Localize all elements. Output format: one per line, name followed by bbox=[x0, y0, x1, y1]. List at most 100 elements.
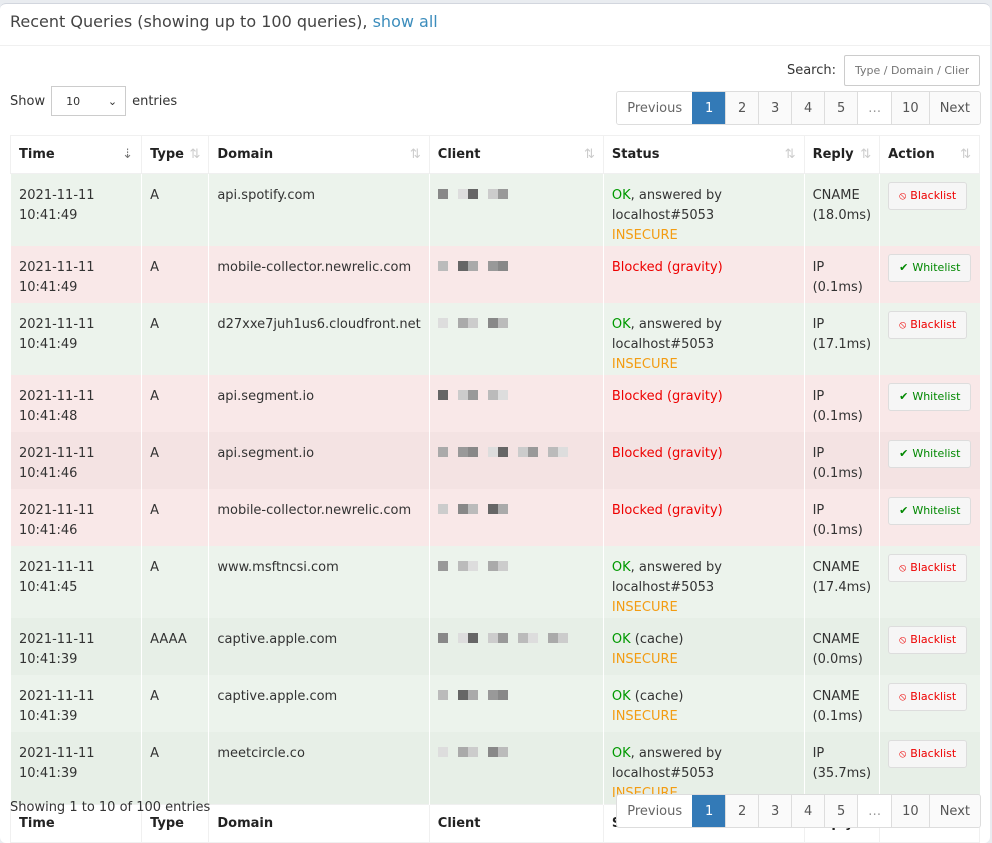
check-icon: ✔ bbox=[899, 447, 909, 460]
action-label: Blacklist bbox=[910, 633, 957, 646]
column-header[interactable]: Type ⇅ bbox=[141, 135, 210, 174]
type-text: A bbox=[150, 560, 159, 575]
page-button[interactable]: 1 bbox=[692, 795, 726, 827]
search-label: Search: bbox=[786, 63, 836, 78]
blacklist-button[interactable]: ⦸ Blacklist bbox=[888, 311, 968, 339]
reply-time: (0.1ms) bbox=[812, 409, 863, 424]
domain-text: www.msftncsi.com bbox=[217, 560, 339, 575]
blacklist-button[interactable]: ⦸ Blacklist bbox=[888, 740, 968, 768]
reply-type: IP bbox=[812, 389, 825, 404]
dnssec-status: INSECURE bbox=[611, 357, 678, 372]
page-button[interactable]: 2 bbox=[725, 795, 759, 827]
blacklist-button[interactable]: ⦸ Blacklist bbox=[888, 626, 968, 654]
cell: A bbox=[141, 246, 209, 303]
type-text: A bbox=[150, 260, 159, 275]
next-button[interactable]: Next bbox=[928, 795, 980, 827]
sort-desc-icon: ⇣ bbox=[122, 147, 134, 162]
search-input[interactable] bbox=[844, 55, 980, 86]
reply-time: (0.0ms) bbox=[812, 652, 863, 667]
reply-time: (35.7ms) bbox=[812, 766, 872, 781]
sort-icon: ⇅ bbox=[189, 147, 201, 162]
status-ok: OK bbox=[611, 689, 631, 704]
cell: 2021-11-11 10:41:46 bbox=[9, 432, 142, 489]
page-button[interactable]: 4 bbox=[791, 795, 825, 827]
cell: 2021-11-11 10:41:49 bbox=[9, 246, 142, 303]
cell: A bbox=[141, 675, 209, 732]
cell: meetcircle.co bbox=[208, 732, 430, 805]
cell: ⦸ Blacklist bbox=[879, 675, 980, 732]
whitelist-button[interactable]: ✔ Whitelist bbox=[888, 440, 972, 468]
column-header[interactable]: Time ⇣ bbox=[9, 135, 143, 174]
page-button[interactable]: 5 bbox=[824, 92, 858, 124]
cell bbox=[428, 618, 604, 675]
table-row: 2021-11-11 10:41:46 Aapi.segment.io Blocke… bbox=[9, 432, 980, 489]
status-detail: (cache) bbox=[630, 689, 684, 704]
column-header[interactable]: Reply ⇅ bbox=[803, 135, 881, 174]
time-text: 2021-11-11 10:41:49 bbox=[19, 317, 95, 352]
column-header[interactable]: Domain ⇅ bbox=[208, 135, 430, 174]
cell: 2021-11-11 10:41:46 bbox=[9, 489, 142, 546]
cell: A bbox=[141, 489, 209, 546]
page-button[interactable]: 3 bbox=[758, 92, 792, 124]
column-header-label: Client bbox=[437, 147, 481, 162]
page-button: … bbox=[857, 795, 892, 827]
show-all-link[interactable]: show all bbox=[373, 12, 438, 31]
column-header-label: Type bbox=[150, 147, 184, 162]
cell: AAAA bbox=[141, 618, 209, 675]
previous-button[interactable]: Previous bbox=[617, 795, 693, 827]
cell: api.segment.io bbox=[208, 432, 430, 489]
entries-value: 10 bbox=[66, 94, 81, 108]
next-button[interactable]: Next bbox=[928, 92, 980, 124]
cell: A bbox=[141, 303, 209, 375]
status-ok: OK bbox=[611, 317, 631, 332]
page-button[interactable]: 10 bbox=[891, 92, 929, 124]
column-header[interactable]: Status ⇅ bbox=[602, 135, 805, 174]
status-text: OK, answered by localhost#5053 bbox=[612, 744, 796, 784]
page-button[interactable]: 2 bbox=[725, 92, 759, 124]
page-button[interactable]: 10 bbox=[891, 795, 929, 827]
reply-type: CNAME bbox=[812, 188, 860, 203]
blacklist-button[interactable]: ⦸ Blacklist bbox=[888, 554, 968, 582]
search-box: Search: bbox=[787, 55, 980, 86]
blacklist-button[interactable]: ⦸ Blacklist bbox=[888, 683, 968, 711]
ban-icon: ⦸ bbox=[899, 690, 907, 703]
cell: CNAME (0.0ms) bbox=[803, 618, 880, 675]
whitelist-button[interactable]: ✔ Whitelist bbox=[888, 383, 972, 411]
action-label: Blacklist bbox=[910, 318, 957, 331]
previous-button[interactable]: Previous bbox=[617, 92, 693, 124]
ban-icon: ⦸ bbox=[899, 633, 907, 646]
reply-type: CNAME bbox=[812, 560, 860, 575]
column-footer-label: Time bbox=[19, 816, 55, 831]
status-text: OK, answered by localhost#5053 bbox=[612, 315, 796, 355]
page-button[interactable]: 4 bbox=[791, 92, 825, 124]
cell: api.segment.io bbox=[208, 375, 430, 432]
reply-time: (0.1ms) bbox=[812, 523, 863, 538]
domain-text: d27xxe7juh1us6.cloudfront.net bbox=[217, 317, 421, 332]
type-text: A bbox=[150, 389, 159, 404]
whitelist-button[interactable]: ✔ Whitelist bbox=[888, 254, 972, 282]
dnssec-status: INSECURE bbox=[611, 228, 678, 243]
page-button[interactable]: 5 bbox=[824, 795, 858, 827]
cell bbox=[428, 732, 604, 805]
cell: Blocked (gravity) bbox=[602, 489, 805, 546]
entries-select[interactable]: 10 ⌄ bbox=[51, 86, 127, 116]
cell: A bbox=[141, 173, 209, 246]
cell bbox=[428, 303, 604, 375]
client-redacted bbox=[437, 633, 578, 643]
cell: Blocked (gravity) bbox=[602, 432, 805, 489]
page-button[interactable]: 1 bbox=[692, 92, 726, 124]
column-header[interactable]: Client ⇅ bbox=[428, 135, 604, 174]
cell: ✔ Whitelist bbox=[879, 246, 980, 303]
cell: ✔ Whitelist bbox=[879, 489, 980, 546]
type-text: AAAA bbox=[150, 632, 187, 647]
cell: IP (0.1ms) bbox=[803, 375, 880, 432]
action-label: Blacklist bbox=[910, 561, 957, 574]
whitelist-button[interactable]: ✔ Whitelist bbox=[888, 497, 972, 525]
column-header-label: Domain bbox=[217, 147, 274, 162]
cell: 2021-11-11 10:41:45 bbox=[9, 546, 142, 618]
column-header[interactable]: Action ⇅ bbox=[879, 135, 980, 174]
cell: Blocked (gravity) bbox=[602, 375, 805, 432]
blacklist-button[interactable]: ⦸ Blacklist bbox=[888, 182, 968, 210]
page-button[interactable]: 3 bbox=[758, 795, 792, 827]
client-redacted bbox=[437, 390, 508, 400]
